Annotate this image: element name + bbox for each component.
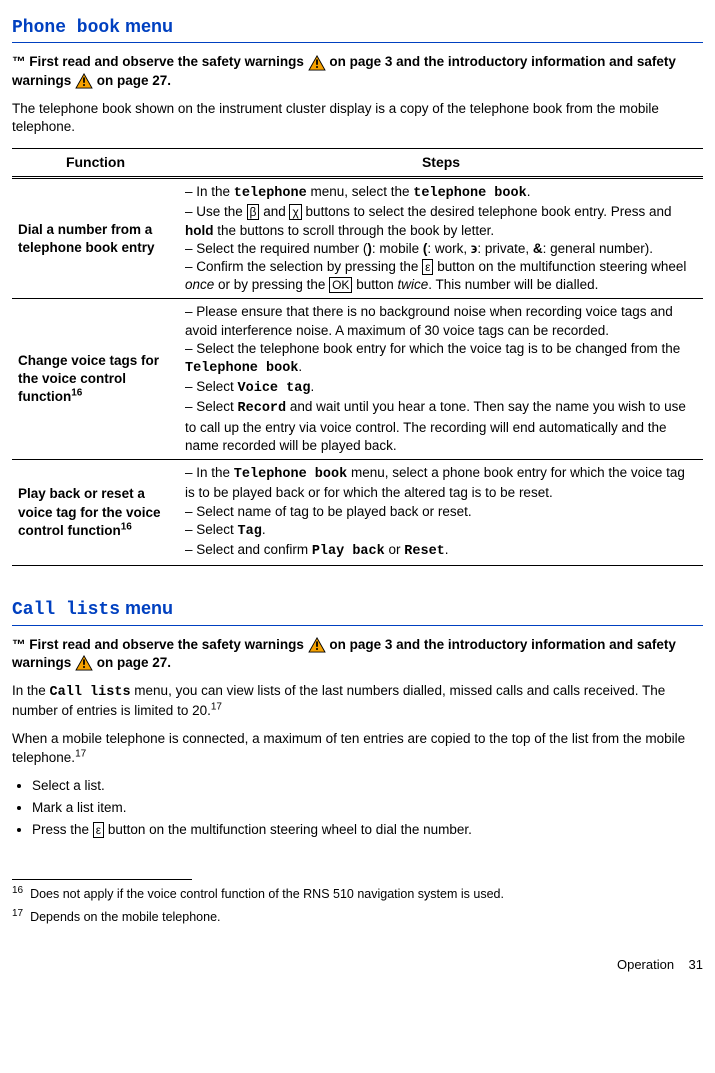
functions-table: Function Steps Dial a number from a tele… bbox=[12, 148, 703, 566]
list-item: Mark a list item. bbox=[32, 799, 703, 817]
function-change-voice-tags: Change voice tags for the voice control … bbox=[12, 299, 179, 460]
list-item: Press the ε button on the multifunction … bbox=[32, 821, 703, 839]
heading-rest: menu bbox=[120, 16, 173, 36]
steps-cell: – Please ensure that there is no backgro… bbox=[179, 299, 703, 460]
col-header-steps: Steps bbox=[179, 149, 703, 178]
heading-phone-book-menu: Phone book menu bbox=[12, 14, 703, 43]
heading-mono-part: Phone book bbox=[12, 18, 120, 38]
epsilon-button-icon: ε bbox=[93, 822, 104, 838]
warning-icon bbox=[75, 655, 93, 671]
safety-warning-1: ™ First read and observe the safety warn… bbox=[12, 53, 703, 89]
chi-button-icon: χ bbox=[289, 204, 301, 220]
heading-rest-2: menu bbox=[120, 598, 173, 618]
warn-text-1a: ™ First read and observe the safety warn… bbox=[12, 54, 308, 69]
warning-icon bbox=[75, 73, 93, 89]
warn-text-2a: ™ First read and observe the safety warn… bbox=[12, 637, 308, 652]
warn-text-1c: on page 27. bbox=[97, 73, 171, 88]
safety-warning-2: ™ First read and observe the safety warn… bbox=[12, 636, 703, 672]
page-footer: Operation 31 bbox=[12, 956, 703, 974]
ok-button-icon: OK bbox=[329, 277, 352, 293]
table-row: Play back or reset a voice tag for the v… bbox=[12, 460, 703, 566]
warning-icon bbox=[308, 55, 326, 71]
call-lists-intro-2: When a mobile telephone is connected, a … bbox=[12, 730, 703, 766]
heading-mono-call-lists: Call lists bbox=[12, 600, 120, 620]
table-row: Dial a number from a telephone book entr… bbox=[12, 178, 703, 299]
footer-label: Operation bbox=[617, 957, 674, 972]
call-lists-intro-1: In the Call lists menu, you can view lis… bbox=[12, 682, 703, 720]
intro-paragraph: The telephone book shown on the instrume… bbox=[12, 100, 703, 136]
warning-icon bbox=[308, 637, 326, 653]
col-header-function: Function bbox=[12, 149, 179, 178]
steps-cell: – In the telephone menu, select the tele… bbox=[179, 178, 703, 299]
footnote-17: 17 Depends on the mobile telephone. bbox=[12, 909, 703, 926]
warn-text-2c: on page 27. bbox=[97, 655, 171, 670]
instruction-list: Select a list. Mark a list item. Press t… bbox=[12, 777, 703, 840]
steps-cell: – In the Telephone book menu, select a p… bbox=[179, 460, 703, 566]
table-row: Change voice tags for the voice control … bbox=[12, 299, 703, 460]
heading-call-lists-menu: Call lists menu bbox=[12, 596, 703, 625]
function-dial-number: Dial a number from a telephone book entr… bbox=[12, 178, 179, 299]
footnote-16: 16 Does not apply if the voice control f… bbox=[12, 886, 703, 903]
page-number: 31 bbox=[689, 957, 703, 972]
list-item: Select a list. bbox=[32, 777, 703, 795]
footnote-separator bbox=[12, 879, 192, 880]
beta-button-icon: β bbox=[247, 204, 260, 220]
function-play-back-reset: Play back or reset a voice tag for the v… bbox=[12, 460, 179, 566]
epsilon-button-icon: ε bbox=[422, 259, 433, 275]
